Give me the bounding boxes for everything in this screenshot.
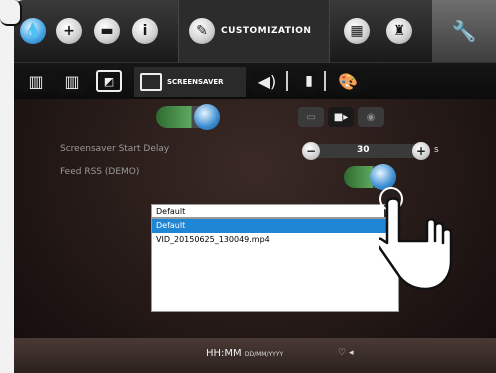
clock-date: DD/MM/YYYY <box>244 351 284 358</box>
speaker-icon[interactable]: ◀) <box>252 70 282 92</box>
tab-screensaver[interactable]: SCREENSAVER <box>134 67 246 97</box>
tab-screensaver-label: SCREENSAVER <box>167 78 224 86</box>
separator <box>324 71 326 91</box>
calendar-icon[interactable]: ▦ <box>344 18 370 44</box>
tab-customization[interactable]: ✎ CUSTOMIZATION <box>178 0 330 62</box>
tap-hand-icon <box>379 187 453 291</box>
status-bar: HH:MM DD/MM/YYYY ♡ ◂ <box>14 338 496 373</box>
start-delay-label: Screensaver Start Delay <box>60 144 170 154</box>
tab-customization-label: CUSTOMIZATION <box>221 26 312 36</box>
device-screen: 💧 + ▬ i ✎ CUSTOMIZATION ▦ ♜ 🔧 ▥ ▥ ◩ SCRE… <box>14 0 496 373</box>
timer-icon[interactable]: + <box>56 18 82 44</box>
wrench-icon: 🔧 <box>451 19 477 43</box>
delay-decrease-button[interactable]: − <box>302 142 320 160</box>
book-images-icon[interactable]: ▥ <box>58 70 86 92</box>
settings-wrench-button[interactable]: 🔧 <box>432 0 496 62</box>
screensaver-icon <box>140 73 162 91</box>
chef-hat-icon[interactable]: ♜ <box>386 18 412 44</box>
palette-icon[interactable]: 🎨 <box>334 70 362 92</box>
video-options-list: Default VID_20150625_130049.mp4 <box>151 218 399 312</box>
list-item[interactable]: Default <box>152 219 398 233</box>
sub-tab-bar: ▥ ▥ ◩ SCREENSAVER ◀) ▮ 🎨 <box>14 62 496 99</box>
separator <box>286 71 288 91</box>
delay-value: 30 <box>357 145 370 155</box>
heart-icon: ♡ <box>338 348 347 358</box>
usb-icon[interactable]: ▮ <box>302 70 316 92</box>
toggle-knob <box>194 104 220 130</box>
info-icon[interactable]: i <box>132 18 158 44</box>
main-tab-bar: 💧 + ▬ i ✎ CUSTOMIZATION ▦ ♜ 🔧 <box>14 0 496 62</box>
screensaver-enable-toggle[interactable] <box>156 104 220 130</box>
slideshow-icon[interactable]: ◩ <box>96 70 122 92</box>
delay-unit: s <box>434 145 439 155</box>
video-select-value: Default <box>156 206 186 216</box>
list-item[interactable]: VID_20150625_130049.mp4 <box>152 233 398 247</box>
disc-mode-icon[interactable]: ◉ <box>358 107 384 127</box>
book-icon[interactable]: ▥ <box>22 70 50 92</box>
video-select[interactable]: Default ▼ <box>151 204 399 218</box>
water-drop-icon[interactable]: 💧 <box>20 18 46 44</box>
clock-time: HH:MM <box>206 348 242 359</box>
image-mode-icon[interactable]: ▭ <box>298 107 324 127</box>
clock: HH:MM DD/MM/YYYY <box>206 348 283 359</box>
corner-decoration <box>0 0 22 26</box>
chat-icon[interactable]: ▬ <box>94 18 120 44</box>
pen-icon: ✎ <box>189 18 215 44</box>
status-icons: ♡ ◂ <box>338 348 353 358</box>
delay-increase-button[interactable]: + <box>412 142 430 160</box>
video-mode-icon[interactable]: ■▸ <box>328 107 354 127</box>
rss-label: Feed RSS (DEMO) <box>60 167 140 177</box>
speaker-small-icon: ◂ <box>348 348 354 358</box>
